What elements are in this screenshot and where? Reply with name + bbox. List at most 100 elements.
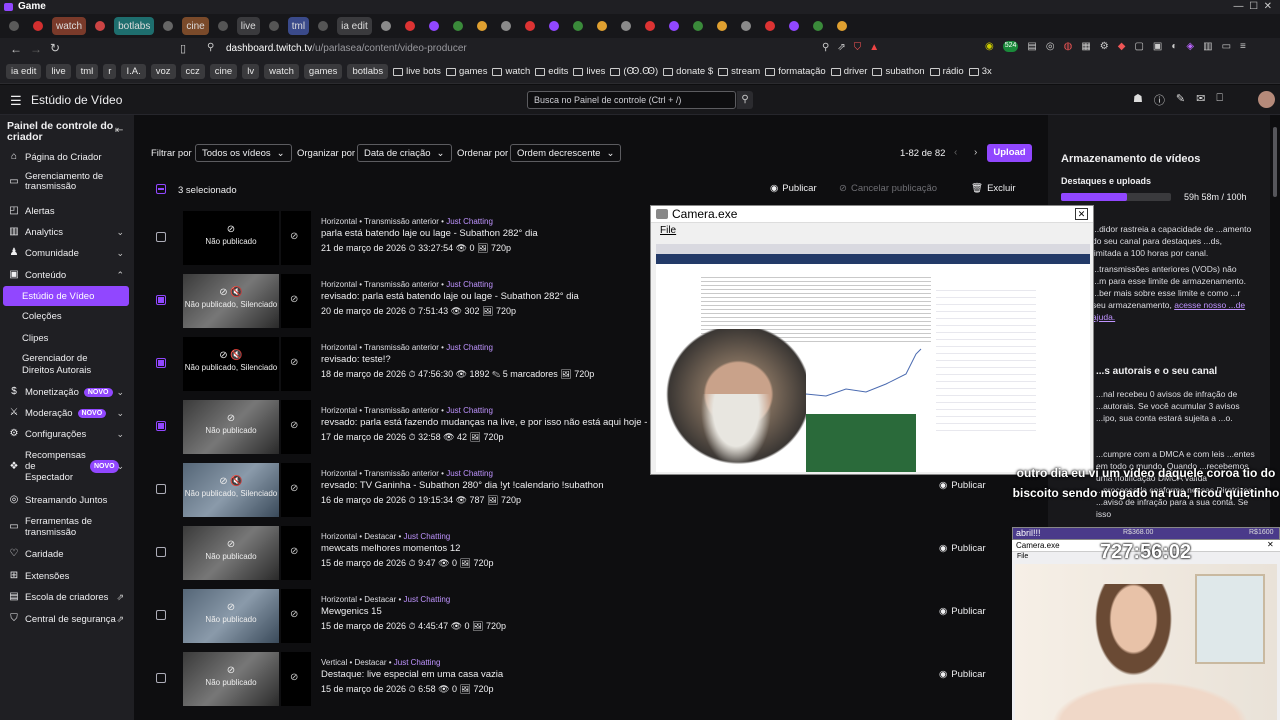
bookmark-item[interactable]: driver <box>830 66 867 77</box>
search-icon[interactable]: ⚲ <box>737 91 753 109</box>
video-checkbox[interactable] <box>156 547 166 557</box>
organize-dropdown[interactable]: Data de criação ⌄ <box>357 144 452 162</box>
bookmark-item[interactable]: lv <box>242 64 260 79</box>
video-thumbnail[interactable]: ⊘ 🔇 Não publicado, Silenciado <box>183 463 279 517</box>
sidebar-item-collections[interactable]: Coleções <box>22 311 62 322</box>
video-checkbox[interactable] <box>156 295 166 305</box>
bookmark-item[interactable]: live <box>46 64 71 79</box>
browser-tab[interactable] <box>592 17 612 35</box>
video-title[interactable]: revsado: parla está fazendo mudanças na … <box>321 417 667 428</box>
bookmark-item[interactable]: subathon <box>872 66 925 77</box>
inbox-icon[interactable]: ✉ <box>1196 92 1205 108</box>
extension-icon[interactable]: ▤ <box>1027 41 1036 52</box>
sidebar-item-charity[interactable]: ♡ Caridade <box>0 548 134 560</box>
bookmark-item[interactable]: r <box>103 64 117 79</box>
video-row[interactable]: ⊘ Não publicado ⊘ Vertical • Destacar • Jus… <box>148 648 1048 711</box>
browser-tab[interactable] <box>544 17 564 35</box>
video-checkbox[interactable] <box>156 358 166 368</box>
video-thumbnail[interactable]: ⊘ Não publicado <box>183 400 279 454</box>
video-title[interactable]: mewcats melhores momentos 12 <box>321 543 460 554</box>
browser-tab[interactable] <box>400 17 420 35</box>
extension-icon[interactable]: ◎ <box>1046 41 1055 52</box>
bookmark-item[interactable]: watch <box>492 66 530 77</box>
sidebar-item-extensions[interactable]: ⊞ Extensões <box>0 570 134 582</box>
bookmark-item[interactable]: edits <box>535 66 568 77</box>
extension-icon[interactable]: ◆ <box>1118 41 1126 52</box>
video-thumbnail[interactable]: ⊘ Não publicado <box>183 211 279 265</box>
video-title[interactable]: revisado: teste!? <box>321 354 391 365</box>
category-link[interactable]: Just Chatting <box>446 280 493 289</box>
close-icon[interactable]: ✕ <box>1267 540 1274 549</box>
sidebar-item-moderation[interactable]: ⚔ Moderação NOVO ⌄ <box>0 407 134 419</box>
wallet-icon[interactable]: ▭ <box>1222 41 1231 52</box>
video-title[interactable]: parla está batendo laje ou lage - Subath… <box>321 228 538 239</box>
browser-tab[interactable] <box>158 17 178 35</box>
browser-tab[interactable] <box>424 17 444 35</box>
extension-icon[interactable]: ◈ <box>1186 41 1194 52</box>
bookmark-item[interactable]: watch <box>264 64 299 79</box>
filter-dropdown[interactable]: Todos os vídeos ⌄ <box>195 144 292 162</box>
browser-tab[interactable] <box>616 17 636 35</box>
extension-icon[interactable]: ▣ <box>1153 41 1162 52</box>
brave-shield-icon[interactable]: ⛉ <box>854 42 862 53</box>
community-icon[interactable]: ☗ <box>1133 92 1143 108</box>
bulk-unpublish-button[interactable]: ⊘ Cancelar publicação <box>839 183 937 194</box>
sidebar-item-stream-tools[interactable]: ▭ Ferramentas de transmissão <box>0 516 134 538</box>
extension-icon[interactable]: ▢ <box>1134 41 1143 52</box>
category-link[interactable]: Just Chatting <box>404 595 451 604</box>
extension-icon[interactable]: ⚙ <box>1100 41 1109 52</box>
sidebar-item-clips[interactable]: Clipes <box>22 333 48 344</box>
bookmark-item[interactable]: stream <box>718 66 760 77</box>
category-link[interactable]: Just Chatting <box>446 217 493 226</box>
sidebar-item-video-studio[interactable]: Estúdio de Vídeo <box>3 286 129 306</box>
bookmark-item[interactable]: formatação <box>765 66 826 77</box>
bookmark-list-icon[interactable]: ⎕ <box>1216 92 1223 108</box>
browser-tab[interactable] <box>688 17 708 35</box>
upload-button[interactable]: Upload <box>987 144 1032 162</box>
sidebar-toggle-icon[interactable]: ▥ <box>1203 41 1212 52</box>
sidebar-item-alerts[interactable]: ◰ Alertas <box>0 205 134 217</box>
zoom-icon[interactable]: ⚲ <box>822 42 829 53</box>
browser-tab[interactable] <box>520 17 540 35</box>
share-icon[interactable]: ⇗ <box>837 42 845 53</box>
bookmark-item[interactable]: ccz <box>180 64 205 79</box>
help-icon[interactable]: ⓘ <box>1154 92 1165 108</box>
browser-tab[interactable] <box>736 17 756 35</box>
sidebar-item-content[interactable]: ▣ Conteúdo ⌃ <box>0 269 134 281</box>
order-dropdown[interactable]: Ordem decrescente ⌄ <box>510 144 622 162</box>
browser-tab[interactable] <box>712 17 732 35</box>
sidebar-item-rights-manager[interactable]: Gerenciador de Direitos Autorais <box>22 353 122 377</box>
window-controls-icon[interactable]: — ☐ ✕ <box>1234 0 1272 14</box>
avatar[interactable] <box>1258 91 1275 108</box>
category-link[interactable]: Just Chatting <box>446 469 493 478</box>
browser-tab[interactable] <box>448 17 468 35</box>
browser-tab[interactable]: watch <box>52 17 87 35</box>
camera-file-menu[interactable]: File <box>660 225 676 236</box>
browser-tab[interactable] <box>640 17 660 35</box>
bookmark-item[interactable]: lives <box>573 66 605 77</box>
video-checkbox[interactable] <box>156 610 166 620</box>
video-thumbnail[interactable]: ⊘ Não publicado <box>183 652 279 706</box>
extension-icon[interactable]: ◐ <box>1171 41 1177 52</box>
publish-button[interactable]: ◉ Publicar <box>939 480 986 491</box>
video-thumbnail[interactable]: ⊘ 🔇 Não publicado, Silenciado <box>183 274 279 328</box>
reload-icon[interactable]: ↻ <box>50 41 60 55</box>
bookmark-item[interactable]: botlabs <box>347 64 389 79</box>
video-title[interactable]: Mewgenics 15 <box>321 606 382 617</box>
browser-tab[interactable] <box>472 17 492 35</box>
browser-tab[interactable] <box>568 17 588 35</box>
bookmark-item[interactable]: (Ꙭ.Ꙭ) <box>610 66 658 77</box>
browser-tab[interactable]: cine <box>182 17 209 35</box>
video-title[interactable]: Destaque: live especial em uma casa vazi… <box>321 669 503 680</box>
video-checkbox[interactable] <box>156 232 166 242</box>
extension-badge-icon[interactable]: 524 <box>1002 41 1019 52</box>
rewards-icon[interactable]: ▲ <box>869 42 879 53</box>
bookmark-item[interactable]: I.A. <box>121 64 146 79</box>
bookmark-item[interactable]: rádio <box>929 66 964 77</box>
bookmark-item[interactable]: live bots <box>393 66 441 77</box>
sidebar-item-analytics[interactable]: ▥ Analytics ⌄ <box>0 226 134 238</box>
publish-button[interactable]: ◉ Publicar <box>939 606 986 617</box>
menu-icon[interactable]: ≡ <box>1240 41 1246 52</box>
browser-tab[interactable] <box>313 17 333 35</box>
sidebar-item-safety-center[interactable]: ⛉ Central de segurança ⇗ <box>0 613 134 625</box>
